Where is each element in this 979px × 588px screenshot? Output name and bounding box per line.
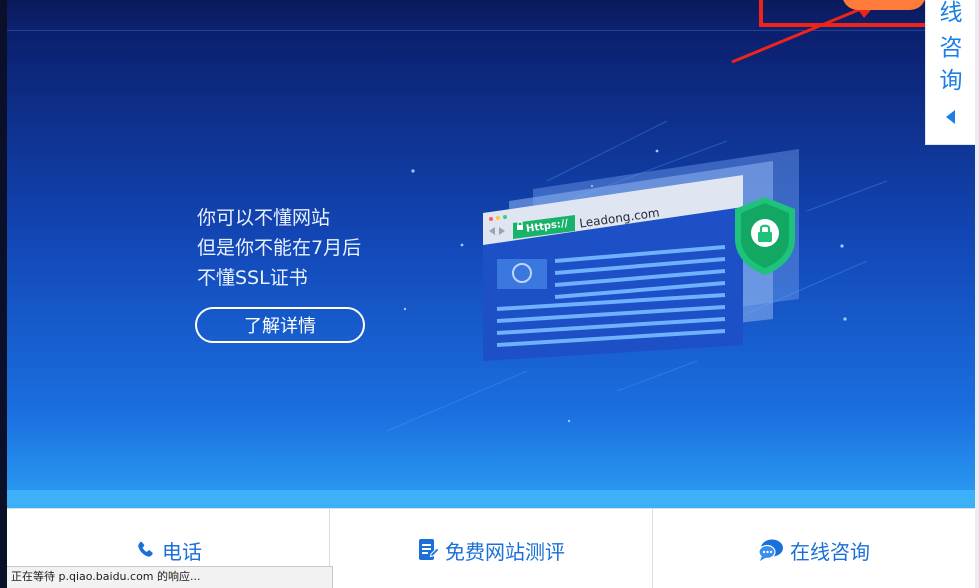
side-tab-char-3: 询 [939, 68, 963, 94]
annotation-highlight-box [759, 0, 935, 27]
hero-headline: 你可以不懂网站 但是你不能在7月后 不懂SSL证书 [197, 203, 361, 293]
free-site-review-button[interactable]: 免费网站测评 [330, 509, 653, 588]
caret-left-icon[interactable] [946, 110, 955, 124]
hero-line-3: 不懂SSL证书 [197, 267, 308, 289]
hero-line-1: 你可以不懂网站 [197, 207, 331, 229]
phone-label: 电话 [162, 539, 202, 564]
browser-window-graphic [483, 149, 799, 361]
phone-icon [138, 541, 153, 557]
ssl-browser-illustration: Https:// Leadong.com [473, 149, 803, 364]
chat-bubble-icon [758, 539, 783, 561]
side-tab-char-2: 咨 [939, 35, 963, 61]
window-left-edge [0, 0, 7, 588]
site-logo[interactable] [103, 0, 235, 2]
document-icon [419, 539, 439, 560]
online-consult-button[interactable]: 在线咨询 [653, 509, 975, 588]
learn-more-button[interactable]: 了解详情 [195, 307, 365, 343]
side-tab-char-1: 线 [939, 0, 963, 26]
online-consult-label: 在线咨询 [790, 539, 870, 564]
hero-line-2: 但是你不能在7月后 [197, 237, 362, 259]
hero-banner: 你可以不懂网站 但是你不能在7月后 不懂SSL证书 了解详情 Https:// … [7, 31, 975, 508]
free-site-review-label: 免费网站测评 [445, 539, 565, 564]
browser-status-bar: 正在等待 p.qiao.baidu.com 的响应... [7, 566, 333, 588]
online-consult-side-tab[interactable]: 线 咨 询 [925, 0, 975, 145]
browser-viewport: 你可以不懂网站 但是你不能在7月后 不懂SSL证书 了解详情 Https:// … [0, 0, 979, 588]
